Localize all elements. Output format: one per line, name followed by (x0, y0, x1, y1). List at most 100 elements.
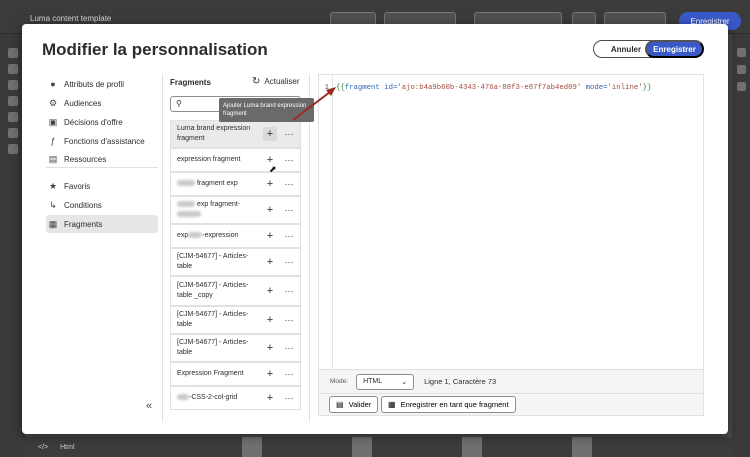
fragment-row[interactable]: Expression Fragment + ··· (170, 362, 301, 386)
nav-item-conditions[interactable]: ↳ Conditions (46, 196, 158, 214)
fragments-title: Fragments (170, 78, 211, 87)
nav-item-profile-attributes[interactable]: ● Attributs de profil (46, 75, 158, 93)
add-fragment-icon[interactable]: + (262, 231, 278, 242)
code-editor[interactable]: 1 {{fragment id='ajo:b4a9b60b-4343-476a-… (318, 74, 704, 371)
cursor-position: Ligne 1, Caractère 73 (424, 377, 497, 386)
more-options-icon[interactable]: ··· (278, 315, 300, 325)
code-token: 'ajo:b4a9b60b-4343-476a-88f3-e87f7ab4ed0… (397, 84, 582, 92)
background-column (572, 437, 592, 457)
nav-item-fragments[interactable]: ▦ Fragments (46, 215, 158, 233)
mode-select[interactable]: HTML ⌄ (356, 373, 415, 390)
code-icon: </> (38, 443, 49, 451)
add-fragment-icon[interactable]: + (262, 369, 278, 380)
image-icon: ▤ (48, 153, 58, 164)
fragment-row[interactable]: Luma brand expression fragment + ··· (170, 120, 301, 148)
dialog-title: Modifier la personnalisation (42, 40, 268, 59)
refresh-label: Actualiser (264, 77, 300, 86)
personalization-dialog: Modifier la personnalisation Annuler Enr… (22, 24, 728, 434)
background-bottom-row: </> Html (26, 437, 732, 457)
more-options-icon[interactable]: ··· (278, 286, 300, 296)
nav-item-helper-functions[interactable]: ƒ Fonctions d'assistance (46, 132, 158, 150)
person-icon: ● (50, 79, 56, 89)
offer-decision-icon: ▣ (48, 116, 58, 127)
chevron-down-icon: ⌄ (401, 378, 408, 386)
validate-button[interactable]: ▤ Valider (329, 396, 379, 413)
nav-item-favorites[interactable]: ★ Favoris (46, 177, 158, 195)
more-options-icon[interactable]: ··· (278, 393, 300, 403)
save-button[interactable]: Enregistrer (645, 40, 704, 58)
background-bottom-label: Html (60, 443, 75, 451)
more-options-icon[interactable]: ··· (278, 369, 300, 379)
fragment-row[interactable]: exp fragment- + ··· (170, 196, 301, 224)
more-options-icon[interactable]: ··· (278, 257, 300, 267)
function-icon: ƒ (50, 136, 56, 146)
fragment-row[interactable]: exp -expression + ··· (170, 224, 301, 248)
code-line[interactable]: {{fragment id='ajo:b4a9b60b-4343-476a-88… (336, 84, 651, 92)
fragment-row[interactable]: [CJM-54677] - Articles-table + ··· (170, 334, 301, 362)
add-fragment-tooltip: Ajouter Luma brand expression fragment (219, 98, 314, 122)
fragment-name: table (177, 349, 193, 356)
nav-item-label: Favoris (64, 181, 91, 191)
code-token: 'inline' (607, 84, 643, 92)
background-doc-title: Luma content template (30, 14, 112, 23)
mouse-cursor-icon: ⬈ (269, 164, 277, 174)
nav-item-offer-decisions[interactable]: ▣ Décisions d'offre (46, 113, 158, 131)
more-options-icon[interactable]: ··· (278, 129, 300, 139)
fragment-name: fragment exp (196, 180, 238, 187)
fragment-name: exp (177, 232, 189, 239)
refresh-icon: ↻ (252, 76, 261, 87)
conditions-icon: ↳ (49, 199, 57, 210)
refresh-button[interactable]: ↻ Actualiser (252, 76, 300, 87)
fragment-name: Expression Fragment (177, 370, 244, 377)
category-nav: ● Attributs de profil ⚙ Audiences ▣ Déci… (42, 74, 160, 422)
fragment-row[interactable]: [CJM-54677] - Articles-table _copy + ··· (170, 276, 301, 306)
fragment-row[interactable]: [CJM-54677] - Articles-table + ··· (170, 248, 301, 276)
add-fragment-icon[interactable]: + (262, 286, 278, 297)
add-fragment-icon[interactable]: + (262, 393, 278, 404)
fragment-row[interactable]: [CJM-54677] - Articles-table + ··· (170, 306, 301, 334)
add-fragment-icon[interactable]: + (262, 257, 278, 268)
fragment-name: exp fragment- (196, 201, 241, 208)
add-fragment-icon[interactable]: + (262, 127, 278, 141)
more-options-icon[interactable]: ··· (278, 179, 300, 189)
save-as-fragment-button[interactable]: ▦ Enregistrer en tant que fragment (381, 396, 516, 413)
more-options-icon[interactable]: ··· (278, 155, 300, 165)
nav-item-audiences[interactable]: ⚙ Audiences (46, 94, 158, 112)
fragment-name: table (177, 321, 193, 328)
fragment-row[interactable]: fragment exp + ··· (170, 172, 301, 196)
more-options-icon[interactable]: ··· (278, 205, 300, 215)
background-right-rail (732, 34, 750, 457)
nav-item-label: Fragments (64, 219, 103, 229)
fragment-name: [CJM-54677] - Articles- (177, 282, 249, 289)
fragment-name: Luma brand expression (177, 125, 251, 132)
nav-item-resources[interactable]: ▤ Ressources (46, 150, 158, 168)
add-fragment-icon[interactable]: + (262, 343, 278, 354)
validate-icon: ▤ (336, 400, 344, 409)
add-fragment-icon[interactable]: + (262, 205, 278, 216)
code-token: fragment (344, 84, 380, 92)
fragment-name: table (177, 263, 193, 270)
fragment-name: -expression (202, 232, 239, 239)
code-token: id= (384, 84, 398, 92)
background-column (352, 437, 372, 457)
editor-action-bar: ▤ Valider ▦ Enregistrer en tant que frag… (318, 393, 704, 416)
nav-item-label: Ressources (64, 154, 107, 164)
add-fragment-icon[interactable]: + (262, 179, 278, 190)
add-fragment-icon[interactable]: + (262, 315, 278, 326)
more-options-icon[interactable]: ··· (278, 343, 300, 353)
mode-select-value: HTML (363, 378, 383, 385)
nav-divider (46, 167, 158, 168)
more-options-icon[interactable]: ··· (278, 231, 300, 241)
fragment-name: expression fragment (177, 156, 241, 163)
code-token: mode= (585, 84, 608, 92)
fragment-row[interactable]: expression fragment + ··· (170, 148, 301, 172)
fragment-name: [CJM-54677] - Articles- (177, 311, 249, 318)
audience-icon: ⚙ (48, 97, 58, 108)
fragment-name: -CSS-2-col-grid (189, 394, 238, 401)
code-token: {{ (336, 84, 345, 92)
collapse-panel-icon[interactable]: « (146, 400, 152, 412)
fragment-row[interactable]: -CSS-2-col-grid + ··· (170, 386, 301, 410)
fragment-icon: ▦ (48, 218, 58, 229)
mode-label: Mode: (330, 378, 349, 385)
panel-divider (309, 74, 310, 422)
